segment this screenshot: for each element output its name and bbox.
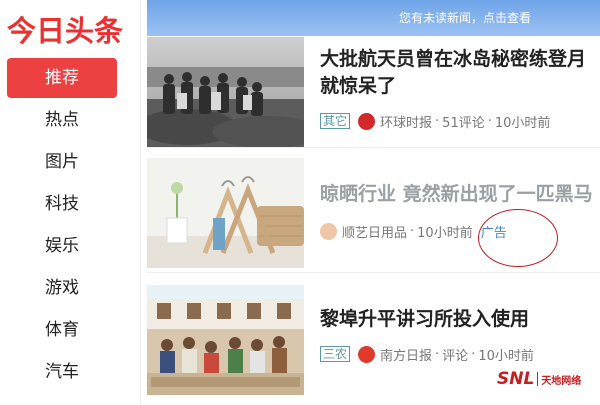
- feed-item: 大批航天员曾在冰岛秘密练登月 就惊呆了 其它 环球时报 · 51评论 · 10小…: [147, 36, 600, 148]
- comment-count[interactable]: 评论: [442, 345, 468, 364]
- meta-separator: ·: [410, 223, 415, 239]
- news-title[interactable]: 黎埠升平讲习所投入使用: [320, 306, 600, 333]
- watermark-brand: SNL: [497, 369, 535, 389]
- watermark-divider: [537, 372, 539, 386]
- nav-item-recommend[interactable]: 推荐: [7, 58, 117, 98]
- category-tag: 三农: [320, 346, 351, 362]
- meta-separator: ·: [471, 346, 476, 362]
- watermark: SNL 天地网络: [497, 368, 600, 390]
- red-seal-icon: [358, 112, 376, 130]
- news-source[interactable]: 南方日报: [380, 345, 432, 364]
- publish-time: 10小时前: [494, 115, 551, 131]
- category-tag: 其它: [320, 113, 351, 129]
- news-thumbnail[interactable]: [147, 158, 304, 268]
- news-thumbnail[interactable]: [147, 285, 304, 395]
- hangers-photo: [147, 158, 304, 268]
- publish-time: 10小时前: [478, 348, 534, 364]
- news-thumbnail[interactable]: [147, 37, 304, 147]
- logo[interactable]: 今日头条: [7, 8, 123, 50]
- news-meta: 三农 南方日报 · 评论 · 10小时前: [320, 345, 534, 364]
- publish-time: 10小时前: [417, 225, 473, 241]
- meta-separator: ·: [435, 113, 440, 129]
- news-title[interactable]: 晾晒行业 竟然新出现了一匹黑马: [320, 181, 600, 208]
- nav-item-tech[interactable]: 科技: [7, 184, 117, 224]
- sidebar: 今日头条 推荐 热点 图片 科技 娱乐 游戏 体育 汽车: [0, 0, 125, 405]
- sidebar-divider: [140, 0, 141, 405]
- meta-separator: ·: [435, 346, 440, 362]
- news-meta: 其它 环球时报 · 51评论 · 10小时前: [320, 112, 551, 131]
- nav-item-games[interactable]: 游戏: [7, 268, 117, 308]
- ad-highlight-circle: [478, 209, 558, 267]
- red-circle-icon: [358, 345, 376, 363]
- news-title-line2[interactable]: 就惊呆了: [320, 73, 600, 100]
- astronauts-photo: [147, 37, 304, 147]
- nav-item-sports[interactable]: 体育: [7, 310, 117, 350]
- nav-item-cars[interactable]: 汽车: [7, 352, 117, 392]
- nav-item-pictures[interactable]: 图片: [7, 142, 117, 182]
- meeting-photo: [147, 285, 304, 395]
- nav-item-entertainment[interactable]: 娱乐: [7, 226, 117, 266]
- comment-count[interactable]: 51评论: [442, 112, 485, 131]
- news-title[interactable]: 大批航天员曾在冰岛秘密练登月: [320, 46, 600, 73]
- nav-item-hot[interactable]: 热点: [7, 100, 117, 140]
- meta-separator: ·: [487, 113, 492, 129]
- news-source[interactable]: 顺艺日用品: [342, 222, 407, 241]
- peach-circle-icon: [320, 222, 337, 240]
- watermark-name: 天地网络: [541, 375, 582, 387]
- unread-news-banner[interactable]: 您有未读新闻，点击查看: [147, 0, 600, 36]
- news-source[interactable]: 环球时报: [380, 112, 432, 131]
